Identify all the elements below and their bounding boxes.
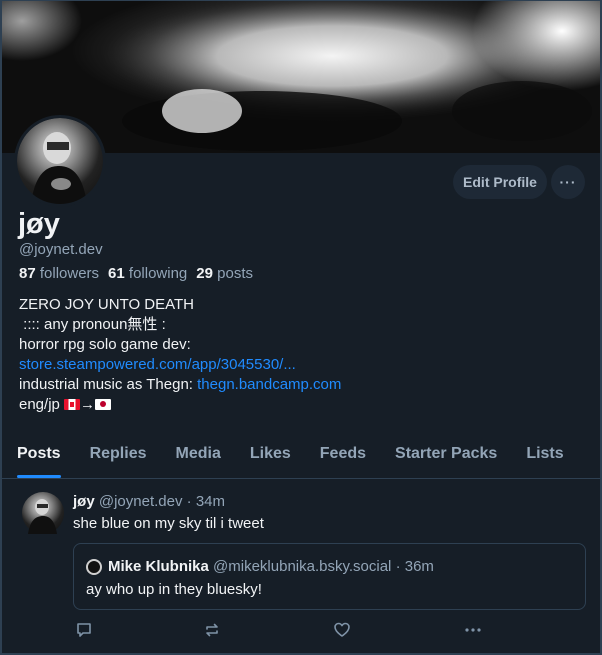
repost-icon[interactable]	[203, 621, 223, 641]
tab-likes[interactable]: Likes	[235, 436, 305, 478]
tab-starter-packs[interactable]: Starter Packs	[380, 436, 511, 478]
tab-posts[interactable]: Posts	[2, 436, 75, 478]
edit-profile-button[interactable]: Edit Profile	[453, 165, 547, 199]
steam-link[interactable]: store.steampowered.com/app/3045530/...	[19, 356, 296, 373]
post-header: jøy @joynet.dev · 34m	[73, 493, 225, 510]
quoted-author-name: Mike Klubnika	[108, 558, 209, 575]
tab-lists[interactable]: Lists	[511, 436, 577, 478]
tab-replies[interactable]: Replies	[75, 436, 161, 478]
posts-label: posts	[217, 265, 253, 282]
tab-media[interactable]: Media	[161, 436, 235, 478]
followers-count: 87	[19, 265, 36, 282]
bio-line: ZERO JOY UNTO DEATH	[19, 296, 195, 313]
followers-stat[interactable]: 87 followers	[19, 265, 99, 282]
reply-icon[interactable]	[75, 621, 95, 641]
bio-line: :::: any pronoun無性 :	[19, 316, 166, 333]
profile-bio: ZERO JOY UNTO DEATH :::: any pronoun無性 :…	[19, 295, 341, 415]
quoted-author-handle: @mikeklubnika.bsky.social	[213, 558, 392, 575]
followers-label: followers	[39, 265, 100, 282]
japan-flag-icon	[95, 399, 112, 410]
tab-feeds[interactable]: Feeds	[305, 436, 380, 478]
bio-text: eng/jp	[19, 396, 65, 413]
profile-tabs: Posts Replies Media Likes Feeds Starter …	[2, 436, 600, 479]
posts-count: 29	[196, 265, 213, 282]
arrow-text: →	[80, 396, 96, 413]
bandcamp-link[interactable]: thegn.bandcamp.com	[197, 376, 341, 393]
posts-stat: 29 posts	[196, 265, 253, 282]
profile-more-button[interactable]: ···	[551, 165, 585, 199]
profile-handle: @joynet.dev	[19, 241, 103, 258]
post-actions	[73, 621, 493, 641]
bio-text: industrial music as Thegn:	[19, 376, 198, 393]
quoted-post-time: 36m	[404, 558, 434, 575]
bio-line: horror rpg solo game dev:	[19, 336, 191, 353]
quoted-post-text: ay who up in they bluesky!	[86, 581, 262, 598]
following-count: 61	[108, 265, 125, 282]
post-time[interactable]: 34m	[196, 493, 225, 510]
quoted-post[interactable]: Mike Klubnika @mikeklubnika.bsky.social …	[73, 543, 586, 610]
post-author-name[interactable]: jøy	[73, 493, 95, 510]
post-author-handle[interactable]: @joynet.dev	[99, 493, 183, 510]
following-label: following	[128, 265, 188, 282]
following-stat[interactable]: 61 following	[108, 265, 187, 282]
quoted-post-header: Mike Klubnika @mikeklubnika.bsky.social …	[108, 558, 434, 575]
like-icon[interactable]	[333, 621, 353, 641]
post-text: she blue on my sky til i tweet	[73, 515, 264, 532]
canada-flag-icon	[64, 399, 81, 410]
display-name: jøy	[18, 208, 60, 240]
feed-post[interactable]: jøy @joynet.dev · 34m she blue on my sky…	[2, 479, 600, 653]
quoted-separator: ·	[395, 558, 401, 575]
profile-avatar[interactable]	[14, 115, 106, 207]
profile-stats: 87 followers 61 following 29 posts	[19, 265, 253, 282]
quoted-author-avatar	[86, 559, 102, 575]
more-icon[interactable]	[463, 621, 483, 641]
post-author-avatar[interactable]	[22, 492, 64, 534]
post-separator: ·	[186, 493, 192, 510]
